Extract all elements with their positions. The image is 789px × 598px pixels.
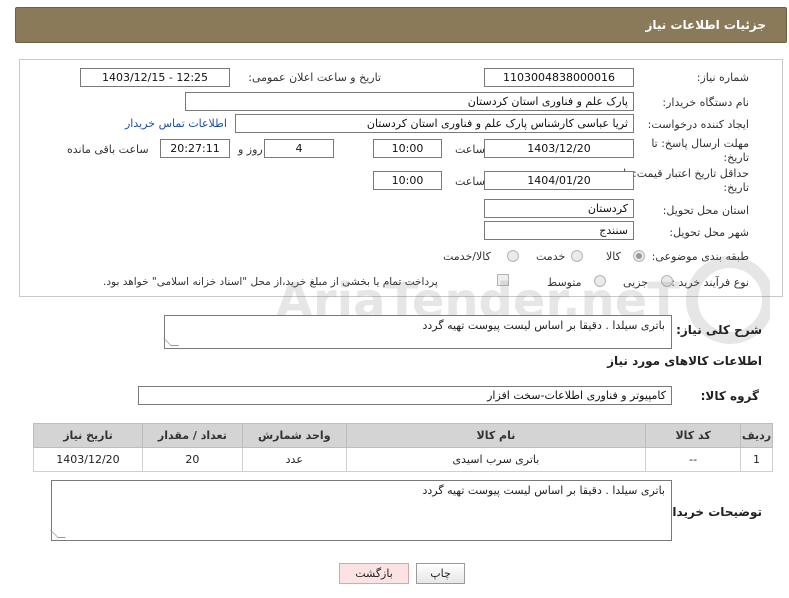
requester-label: ایجاد کننده درخواست: <box>647 118 749 131</box>
buyer-contact-link[interactable]: اطلاعات تماس خریدار <box>125 117 227 130</box>
reply-deadline-label: مهلت ارسال پاسخ: تا <box>651 137 749 150</box>
col-name-header: نام کالا <box>345 423 647 448</box>
delivery-city-label: شهر محل تحویل: <box>669 226 749 239</box>
category-service-label: خدمت <box>536 250 566 263</box>
cell-row-number: 1 <box>740 447 773 472</box>
validity-time-label: ساعت <box>455 175 485 188</box>
announce-date-field: 1403/12/15 - 12:25 <box>80 68 230 87</box>
buyer-notes-text: باتری سیلدا . دقیقا بر اساس لیست پیوست ت… <box>422 484 665 497</box>
days-label: روز و <box>238 143 263 156</box>
description-text: باتری سیلدا . دقیقا بر اساس لیست پیوست ت… <box>422 319 665 332</box>
print-button[interactable]: چاپ <box>416 563 465 584</box>
category-goods-label: کالا <box>606 250 621 263</box>
need-number-label: شماره نیاز: <box>696 71 749 84</box>
col-date-header: تاریخ نیاز <box>33 423 143 448</box>
reply-deadline-label-2: تاریخ: <box>723 151 749 164</box>
process-medium-radio[interactable] <box>594 275 606 287</box>
goods-section-title: اطلاعات کالاهای مورد نیاز <box>607 354 762 368</box>
goods-group-label: گروه کالا: <box>700 389 759 403</box>
treasury-payment-note: پرداخت تمام یا بخشی از مبلغ خرید،از محل … <box>103 276 438 288</box>
category-label: طبقه بندی موضوعی: <box>651 250 749 263</box>
requester-field: ثریا عباسی کارشناس پارک علم و فناوری است… <box>235 114 634 133</box>
need-number-field: 1103004838000016 <box>484 68 634 87</box>
delivery-city-field: سنندج <box>484 221 634 240</box>
category-service-radio[interactable] <box>571 250 583 262</box>
buyer-org-field: پارک علم و فناوری استان کردستان <box>185 92 634 111</box>
cell-quantity: 20 <box>141 447 243 472</box>
days-remaining-field: 4 <box>264 139 334 158</box>
col-unit-header: واحد شمارش <box>241 423 347 448</box>
col-code-header: کد کالا <box>645 423 742 448</box>
table-header-row: ردیف کد کالا نام کالا واحد شمارش تعداد /… <box>33 423 773 448</box>
reply-time-label: ساعت <box>455 143 485 156</box>
resize-handle-icon[interactable] <box>50 530 66 538</box>
cell-name: باتری سرب اسیدی <box>345 447 647 472</box>
category-goods-radio[interactable] <box>633 250 645 262</box>
time-remaining-field: 20:27:11 <box>160 139 230 158</box>
process-medium-label: متوسط <box>547 276 582 289</box>
process-minor-radio[interactable] <box>661 275 673 287</box>
resize-handle-icon[interactable] <box>163 338 179 346</box>
cell-unit: عدد <box>241 447 347 472</box>
delivery-province-field: کردستان <box>484 199 634 218</box>
description-label: شرح کلی نیاز: <box>676 323 762 337</box>
process-type-label: نوع فرآیند خرید : <box>671 276 749 289</box>
goods-group-field: کامپیوتر و فناوری اطلاعات-سخت افزار <box>138 386 672 405</box>
validity-date-field: 1404/01/20 <box>484 171 634 190</box>
page-header: جزئیات اطلاعات نیاز <box>15 7 787 43</box>
treasury-payment-checkbox[interactable] <box>497 274 509 286</box>
category-both-label: کالا/خدمت <box>443 250 491 263</box>
reply-time-field: 10:00 <box>373 139 442 158</box>
price-validity-label-2: تاریخ: <box>723 181 749 194</box>
back-button[interactable]: بازگشت <box>339 563 409 584</box>
col-quantity-header: تعداد / مقدار <box>141 423 243 448</box>
category-both-radio[interactable] <box>507 250 519 262</box>
table-row: 1 -- باتری سرب اسیدی عدد 20 1403/12/20 <box>33 447 773 472</box>
delivery-province-label: استان محل تحویل: <box>662 204 749 217</box>
price-validity-label: حداقل تاریخ اعتبار قیمت: تا <box>623 167 749 180</box>
page-title: جزئیات اطلاعات نیاز <box>645 18 766 32</box>
buyer-org-label: نام دستگاه خریدار: <box>662 96 749 109</box>
buyer-notes-textarea: باتری سیلدا . دقیقا بر اساس لیست پیوست ت… <box>50 480 672 541</box>
validity-time-field: 10:00 <box>373 171 442 190</box>
buyer-notes-label: توضیحات خریدار: <box>660 505 762 519</box>
announce-date-label: تاریخ و ساعت اعلان عمومی: <box>248 71 381 84</box>
cell-need-date: 1403/12/20 <box>33 447 143 472</box>
time-remaining-label: ساعت باقی مانده <box>67 143 149 156</box>
cell-code: -- <box>645 447 742 472</box>
description-textarea: باتری سیلدا . دقیقا بر اساس لیست پیوست ت… <box>163 315 672 349</box>
col-row-header: ردیف <box>740 423 773 448</box>
goods-table: ردیف کد کالا نام کالا واحد شمارش تعداد /… <box>33 423 773 472</box>
reply-date-field: 1403/12/20 <box>484 139 634 158</box>
process-minor-label: جزیی <box>623 276 649 289</box>
